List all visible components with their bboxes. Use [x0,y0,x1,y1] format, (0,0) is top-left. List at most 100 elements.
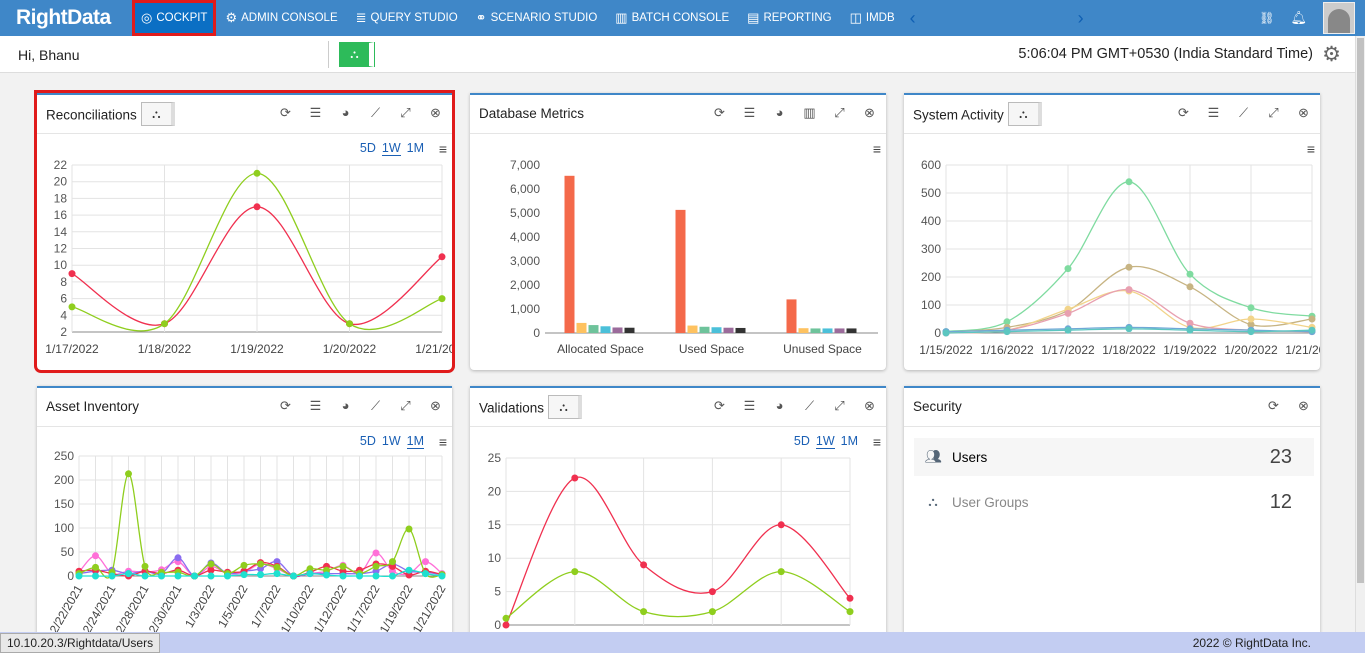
data-point [174,572,182,580]
bar [711,327,722,333]
bar [624,327,635,333]
data-point [273,563,281,571]
validations-chart: 0 5 10 15 20 25 [488,451,854,632]
data-point [777,568,785,576]
bar [834,328,845,333]
asset-inventory-panel: Asset Inventory ⟳ ☰ ◕ ⟋ ⤢ ⊗ 5D 1W 1M ≡ 0 50 100 150 2… [37,386,452,646]
x-tick-label: 1/7/2022 [248,582,284,630]
y-tick-label: 300 [921,242,941,256]
data-point [422,558,429,566]
nav-reporting[interactable]: ▤ REPORTING [738,0,840,36]
series-line [505,476,851,626]
bar [564,175,575,333]
y-tick-label: 400 [921,214,941,228]
nav-scenario-studio[interactable]: ⚭ SCENARIO STUDIO [467,0,607,36]
x-tick-label: 1/18/2022 [1102,343,1156,357]
x-tick-label: Allocated Space [557,342,644,356]
cockpit-icon: ◎ [141,10,153,25]
bell-icon[interactable]: 🔔︎ [1290,10,1307,26]
user-groups-count: 12 [1269,490,1292,513]
data-point [125,470,132,478]
asset-chart: 05010015020025012/22/202112/24/202112/28… [43,449,448,642]
data-point [1003,328,1011,336]
bar [600,326,611,333]
y-tick-label: 20 [488,484,502,498]
series-line [505,570,851,619]
y-tick-label: 18 [54,191,68,205]
data-point [1125,286,1133,294]
bar [612,327,623,333]
database-icon: ≣ [355,10,367,25]
data-point [438,253,446,261]
data-point [372,572,380,580]
panel-toolbar: ⟳ ⊗ [1265,398,1312,414]
settings-gear-icon[interactable]: ⚙ [1322,42,1341,67]
page-scrollbar[interactable] [1355,36,1365,632]
users-icon: 👥︎ [924,449,942,464]
data-point [207,560,215,568]
security-users-row[interactable]: 👥︎ Users 23 [914,438,1314,476]
x-tick-label: 1/20/2022 [323,342,377,356]
database-chart: 0 1,000 2,000 3,000 4,000 5,000 6,000 7,000 Allo… [510,158,878,356]
data-point [68,303,76,311]
y-tick-label: 5 [494,585,501,599]
y-tick-label: 14 [54,225,68,239]
close-icon[interactable]: ⊗ [1295,398,1312,414]
data-point [640,608,648,616]
x-tick-label: 1/15/2022 [919,343,973,357]
data-point [323,571,330,579]
y-tick-label: 200 [54,473,74,487]
link-icon[interactable]: ⛓ [1259,11,1274,25]
y-tick-label: 10 [54,258,68,272]
system-activity-panel: System Activity ⛬ ⟳ ☰ ⟋ ⤢ ⊗ ≡ 0 100 200 300 400 500… [904,93,1320,370]
x-tick-label: 1/20/2022 [1224,343,1278,357]
y-tick-label: 100 [921,298,941,312]
data-point [1308,326,1316,334]
data-point [1186,270,1194,278]
copyright: 2022 © RightData Inc. [1192,636,1311,650]
y-tick-label: 4 [60,308,67,322]
data-point [257,571,264,579]
report-icon: ▤ [747,10,760,25]
data-point [708,588,716,596]
x-tick-label: 1/3/2022 [182,582,218,630]
data-point [306,570,314,578]
y-tick-label: 150 [54,497,74,511]
y-tick-label: 12 [54,242,68,256]
group-toggle-button[interactable]: ⛬ [339,42,374,67]
nav-cockpit[interactable]: ◎ COCKPIT [132,0,217,36]
nav-imdb[interactable]: ◫ IMDB [841,0,904,36]
data-point [356,572,363,580]
users-count: 23 [1269,445,1292,468]
data-point [346,320,353,328]
bar [810,328,821,333]
data-point [92,563,99,571]
nav-batch-console[interactable]: ▥ BATCH CONSOLE [606,0,738,36]
refresh-icon[interactable]: ⟳ [1265,398,1282,414]
nav-prev-arrow[interactable]: ‹ [904,8,922,29]
data-point [125,570,132,578]
nav-next-arrow[interactable]: › [1072,8,1090,29]
y-tick-label: 16 [54,208,68,222]
security-user-groups-row[interactable]: ⛬ User Groups 12 [914,483,1314,521]
bar [735,327,746,333]
bar [687,325,698,333]
data-point [1064,326,1072,334]
data-point [389,558,396,566]
avatar[interactable] [1323,2,1355,34]
status-url: 10.10.20.3/Rightdata/Users [0,633,161,653]
y-tick-label: 5,000 [510,206,540,220]
scenario-icon: ⚭ [475,10,487,25]
nav-query-studio[interactable]: ≣ QUERY STUDIO [347,0,467,36]
bar [846,328,857,333]
data-point [1247,315,1255,323]
logo[interactable]: RightData [16,6,132,30]
x-tick-label: 1/17/2022 [1041,343,1095,357]
data-point [1186,283,1194,291]
x-tick-label: 1/21/2022 [415,342,452,356]
y-tick-label: 0 [494,618,501,632]
imdb-icon: ◫ [849,10,862,25]
data-point [92,552,99,560]
nav-admin-console[interactable]: ⚙ ADMIN CONSOLE [216,0,346,36]
data-point [405,525,413,533]
